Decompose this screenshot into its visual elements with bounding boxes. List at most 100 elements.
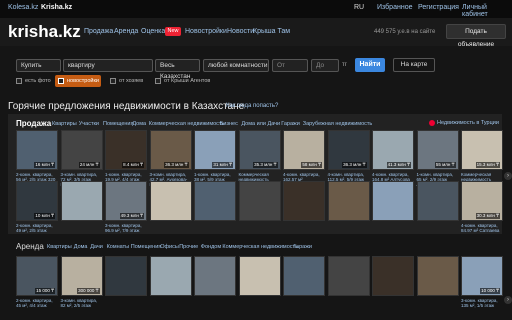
listing-card[interactable]: 24 млн ₸: [60, 130, 103, 170]
rent-category-7[interactable]: Фондом: [201, 244, 221, 250]
rent-category-1[interactable]: Дома: [74, 244, 88, 250]
rent-category-9[interactable]: Гаражи: [293, 244, 312, 250]
listing-desc[interactable]: 2-комн. квартира, 45 м², 4/4 этаж: [16, 298, 58, 308]
listing-card[interactable]: 10 000 ₸: [461, 256, 503, 296]
map-button[interactable]: На карте: [393, 58, 435, 72]
rent-category-8[interactable]: Коммерческая недвижимость: [222, 244, 298, 250]
listing-card[interactable]: 36.3 млн ₸: [327, 130, 370, 170]
listing-card[interactable]: [283, 181, 325, 221]
listing-card[interactable]: 55 млн ₸: [416, 130, 459, 170]
post-ad-button[interactable]: Подать объявление: [446, 24, 506, 48]
sale-category-4[interactable]: Коммерческая недвижимость: [149, 121, 225, 127]
sale-category-0[interactable]: Квартиры: [52, 121, 77, 127]
rent-category-6[interactable]: Прочие: [179, 244, 198, 250]
listing-price: 36.3 млн ₸: [164, 162, 189, 168]
listing-card[interactable]: [60, 181, 103, 221]
listing-card[interactable]: [416, 181, 459, 221]
listing-card[interactable]: 41.3 млн ₸: [372, 130, 414, 170]
turkey-link[interactable]: Недвижимость в Турции: [437, 120, 499, 126]
listing-card[interactable]: [283, 256, 325, 296]
nav-krisha-tam[interactable]: Крыша Там: [253, 28, 290, 35]
register-link[interactable]: Регистрация: [418, 4, 459, 11]
check-agents[interactable]: от Крыши Агентов: [155, 75, 210, 87]
nav-sale[interactable]: Продажа: [84, 28, 113, 35]
rent-category-5[interactable]: Офисы: [160, 244, 179, 250]
listing-desc[interactable]: 2-комн. квартира, 49 м², 2/5 этаж: [16, 223, 58, 233]
rent-category-3[interactable]: Комнаты: [107, 244, 130, 250]
search-button[interactable]: Найти: [355, 58, 385, 72]
nav-newbuild[interactable]: Новостройки: [185, 28, 227, 35]
rent-category-4[interactable]: Помещения: [131, 244, 161, 250]
how-to-link[interactable]: Как сюда попасть?: [226, 103, 278, 109]
listing-card[interactable]: [105, 256, 147, 296]
listing-card[interactable]: [149, 256, 192, 296]
checkbox-icon[interactable]: [155, 78, 161, 84]
nav-rent[interactable]: Аренда: [114, 28, 138, 35]
next-arrow-icon[interactable]: ›: [504, 296, 512, 304]
new-badge: New: [165, 27, 181, 36]
price-to[interactable]: До: [311, 59, 339, 72]
site-logo[interactable]: krisha.kz: [8, 22, 81, 42]
price-from[interactable]: От: [272, 59, 308, 72]
listing-card[interactable]: [327, 256, 370, 296]
sale-category-7[interactable]: Гаражи: [281, 121, 300, 127]
ads-count: 449 575 у.е.в на сайте: [374, 29, 436, 35]
listing-desc[interactable]: 3-комн. квартира, 82 м², 2/5 этаж: [61, 298, 103, 308]
checkbox-icon[interactable]: [110, 78, 116, 84]
listing-card[interactable]: [194, 181, 236, 221]
listing-card[interactable]: 31 млн ₸: [194, 130, 236, 170]
listing-card[interactable]: [416, 256, 459, 296]
sale-category-6[interactable]: Дома или Дачи: [241, 121, 280, 127]
listing-desc[interactable]: 3-комн. квартира, 96.9 м², 7/9 этаж: [105, 223, 147, 233]
sale-category-8[interactable]: Зарубежная недвижимость: [303, 121, 372, 127]
listing-desc[interactable]: 3-комн. квартира, 135 м², 1/5 этаж: [461, 298, 503, 308]
listing-price: 10 000 ₸: [480, 288, 500, 294]
listing-card[interactable]: 15 000 ₸: [16, 256, 58, 296]
listing-desc[interactable]: 4-комн. квартира, 84.97 м² Сатпаева: [461, 223, 503, 233]
listing-price: 15 000 ₸: [35, 288, 55, 294]
listing-card[interactable]: [372, 256, 414, 296]
check-owners[interactable]: от хозяев: [110, 75, 143, 87]
sale-category-5[interactable]: Бизнес: [220, 121, 238, 127]
nav-news[interactable]: Новости: [227, 28, 254, 35]
listing-card[interactable]: 58 млн ₸: [283, 130, 325, 170]
type-select[interactable]: квартиру: [63, 59, 153, 72]
check-photo[interactable]: есть фото: [16, 75, 51, 87]
favorites-link[interactable]: Избранное: [377, 4, 412, 11]
listing-card[interactable]: 300 000 ₸: [60, 256, 103, 296]
listing-card[interactable]: [149, 181, 192, 221]
rooms-select[interactable]: любой комнатности: [203, 59, 269, 72]
listing-card[interactable]: 36.3 млн ₸: [149, 130, 192, 170]
listing-card[interactable]: [194, 256, 236, 296]
listing-card[interactable]: [238, 181, 281, 221]
listing-card[interactable]: [372, 181, 414, 221]
language-select[interactable]: RU: [354, 4, 364, 11]
krisha-link[interactable]: Krisha.kz: [41, 4, 72, 11]
sale-category-3[interactable]: Дома: [132, 121, 146, 127]
next-arrow-icon[interactable]: ›: [504, 172, 512, 180]
check-newbuild[interactable]: новостройки: [55, 75, 101, 87]
checkbox-icon[interactable]: [16, 78, 22, 84]
sale-category-1[interactable]: Участки: [79, 121, 99, 127]
cabinet-link[interactable]: Личный кабинет: [462, 4, 512, 18]
kolesa-link[interactable]: Kolesa.kz: [8, 4, 38, 11]
listing-card[interactable]: 30.3 млн ₸: [461, 181, 503, 221]
listing-card[interactable]: 16 млн ₸: [16, 130, 58, 170]
checkbox-icon[interactable]: [58, 78, 64, 84]
listing-card[interactable]: [327, 181, 370, 221]
region-select[interactable]: Весь Казахстан: [155, 59, 200, 80]
listing-price: 36.3 млн ₸: [342, 162, 367, 168]
listing-card[interactable]: 10 млн ₸: [16, 181, 58, 221]
listing-card[interactable]: 8.4 млн ₸: [105, 130, 147, 170]
listing-card[interactable]: 15.3 млн ₸: [461, 130, 503, 170]
deal-select[interactable]: Купить: [16, 59, 61, 72]
rent-category-0[interactable]: Квартиры: [47, 244, 72, 250]
listing-card[interactable]: [238, 256, 281, 296]
listing-price: 49.3 млн ₸: [119, 213, 144, 219]
nav-estimate[interactable]: Оценка: [141, 28, 165, 35]
sale-category-2[interactable]: Помещения: [103, 121, 133, 127]
listing-card[interactable]: 49.3 млн ₸: [105, 181, 147, 221]
rent-category-2[interactable]: Дачи: [90, 244, 103, 250]
listing-card[interactable]: 35.3 млн ₸: [238, 130, 281, 170]
listing-price: 15.3 млн ₸: [475, 162, 500, 168]
